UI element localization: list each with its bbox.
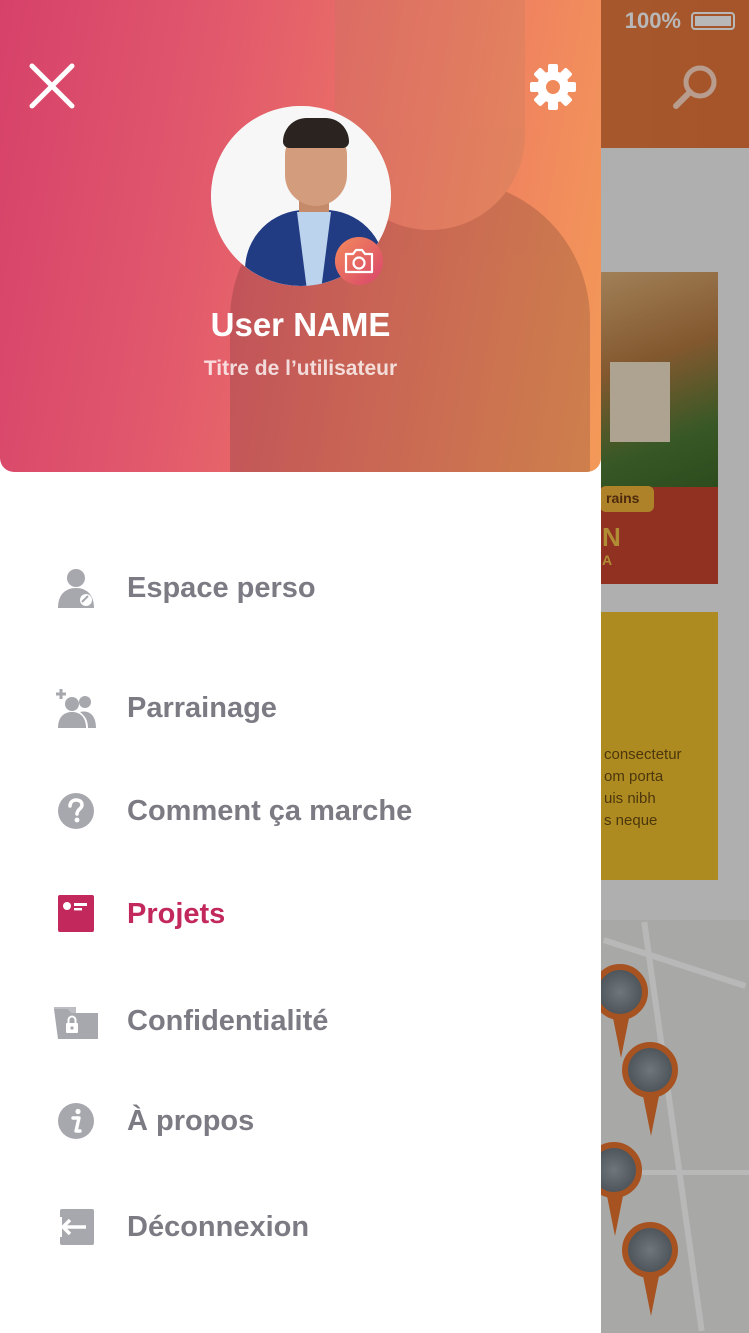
menu-item-projets[interactable]: Projets [0,874,601,954]
menu-item-label: Projets [127,898,226,930]
locked-folder-icon [54,1007,98,1039]
avatar-hair [283,118,349,148]
gear-icon[interactable] [526,60,580,114]
menu-item-deconnexion[interactable]: Déconnexion [0,1187,601,1267]
drawer-profile-header: User NAME Titre de l’utilisateur [0,0,601,472]
menu-item-espace-perso[interactable]: Espace perso [0,548,601,628]
menu-item-label: Comment ça marche [127,795,413,827]
menu-item-label: Espace perso [127,572,316,604]
user-title: Titre de l’utilisateur [203,357,398,380]
menu-item-confidentialite[interactable]: Confidentialité [0,981,601,1061]
menu-item-parrainage[interactable]: Parrainage [0,668,601,748]
navigation-drawer: User NAME Titre de l’utilisateur Espace … [0,0,601,1333]
camera-icon[interactable] [335,237,383,285]
menu-item-a-propos[interactable]: À propos [0,1081,601,1161]
close-icon[interactable] [24,58,80,114]
user-icon [58,569,94,608]
info-icon [58,1103,94,1139]
menu-item-label: Déconnexion [127,1211,310,1243]
user-name: User NAME [210,306,391,343]
help-icon [58,793,94,829]
project-card-icon [58,895,94,932]
add-users-icon [56,689,96,728]
menu-item-label: Parrainage [127,692,277,724]
logout-icon [56,1209,94,1245]
menu-item-label: À propos [127,1105,255,1137]
menu-item-comment-ca-marche[interactable]: Comment ça marche [0,771,601,851]
menu-item-label: Confidentialité [127,1005,329,1037]
